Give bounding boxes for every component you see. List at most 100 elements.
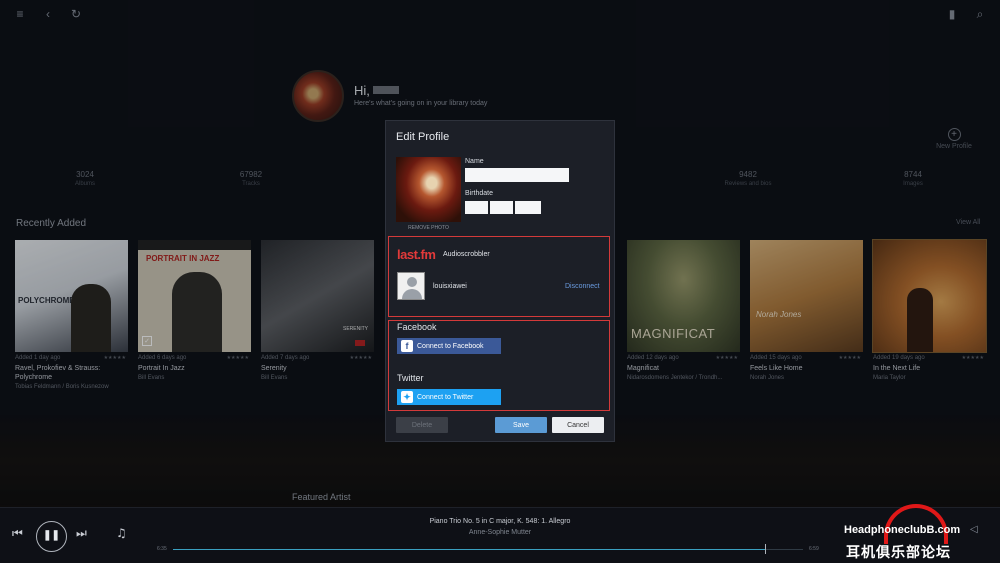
album-title[interactable]: Magnificat: [627, 364, 740, 373]
album-cover[interactable]: POLYCHROME: [15, 240, 128, 352]
cover-text: MAGNIFICAT: [631, 326, 716, 341]
cover-text: PORTRAIT IN JAZZ: [146, 254, 220, 263]
birthdate-year[interactable]: [515, 201, 541, 214]
recently-added-title: Recently Added: [16, 218, 87, 229]
watermark-logo: HeadphoneclubB.com 耳机俱乐部论坛: [842, 504, 998, 562]
new-profile-button[interactable]: + New Profile: [930, 128, 978, 150]
album-title[interactable]: Feels Like Home: [750, 364, 863, 373]
audioscrobbler-label: Audioscrobbler: [443, 251, 490, 258]
edit-profile-modal: Edit Profile REMOVE PHOTO Name Birthdate…: [385, 120, 615, 442]
greeting-subtitle: Here's what's going on in your library t…: [354, 100, 488, 107]
twitter-icon: ✦: [401, 391, 413, 403]
facebook-label: Facebook: [397, 322, 437, 332]
bookmark-icon[interactable]: ▮: [944, 6, 960, 22]
album-title[interactable]: Ravel, Prokofiev & Strauss: Polychrome: [15, 364, 128, 382]
stat-label: Images: [903, 181, 923, 187]
rating-stars[interactable]: ★★★★★: [839, 355, 861, 361]
stat-tracks[interactable]: 67982 Tracks: [206, 170, 296, 187]
birthdate-label: Birthdate: [465, 190, 494, 197]
check-icon[interactable]: ✓: [142, 336, 152, 346]
stat-reviews[interactable]: 9482 Reviews and bios: [703, 170, 793, 187]
rating-stars[interactable]: ★★★★★: [350, 355, 372, 361]
seek-handle[interactable]: [765, 544, 767, 554]
top-bar: ≡ ‹ ↻ ▮ ⌕: [0, 0, 1000, 28]
cancel-button[interactable]: Cancel: [552, 417, 604, 433]
featured-artist-title: Featured Artist: [292, 492, 351, 502]
name-input[interactable]: [465, 168, 569, 182]
stat-images[interactable]: 8744 Images: [868, 170, 958, 187]
search-icon[interactable]: ⌕: [972, 6, 988, 22]
name-label: Name: [465, 158, 484, 165]
cover-text: Norah Jones: [756, 310, 802, 319]
album-cover[interactable]: Norah Jones: [750, 240, 863, 352]
album-artist[interactable]: Tobias Feldmann / Boris Kusnezow: [15, 383, 128, 391]
seek-bar-fill: [173, 549, 766, 550]
pause-button[interactable]: ❚❚: [36, 521, 67, 552]
new-profile-label: New Profile: [936, 143, 972, 150]
greeting: Hi,: [354, 83, 370, 98]
watermark-line1: HeadphoneclubB.com: [844, 524, 961, 536]
cover-text: POLYCHROME: [18, 296, 75, 305]
watermark-line2: 耳机俱乐部论坛: [846, 544, 951, 560]
connect-twitter-label: Connect to Twitter: [417, 393, 474, 401]
album-cover[interactable]: [872, 239, 987, 353]
elapsed-time: 6:35: [157, 546, 167, 552]
stat-value: 67982: [239, 170, 263, 179]
redacted-username: [373, 86, 399, 94]
back-icon[interactable]: ‹: [40, 6, 56, 22]
album-artist[interactable]: Maria Taylor: [873, 374, 986, 382]
cover-figure: [172, 272, 222, 352]
album-artist[interactable]: Bill Evans: [261, 374, 374, 382]
album-card[interactable]: MAGNIFICAT Added 12 days ago ★★★★★ Magni…: [627, 240, 740, 382]
album-card[interactable]: PORTRAIT IN JAZZ ✓ Added 6 days ago ★★★★…: [138, 240, 251, 382]
view-all-link[interactable]: View All: [956, 219, 980, 226]
connect-facebook-button[interactable]: f Connect to Facebook: [397, 338, 501, 354]
album-title[interactable]: Portrait In Jazz: [138, 364, 251, 373]
lastfm-username: louisxiawei: [433, 283, 467, 290]
album-cover[interactable]: PORTRAIT IN JAZZ ✓: [138, 240, 251, 352]
album-title[interactable]: In the Next Life: [873, 364, 986, 373]
profile-avatar[interactable]: [292, 70, 344, 122]
duration-time: 6:59: [809, 546, 819, 552]
twitter-label: Twitter: [397, 373, 424, 383]
social-section: Facebook f Connect to Facebook Twitter ✦…: [388, 320, 610, 411]
album-title[interactable]: Serenity: [261, 364, 374, 373]
stat-value: 9482: [739, 170, 757, 179]
cover-figure: [71, 284, 111, 352]
stat-label: Tracks: [242, 181, 260, 187]
delete-button[interactable]: Delete: [396, 417, 448, 433]
user-avatar-icon: [397, 272, 425, 300]
album-cover[interactable]: MAGNIFICAT: [627, 240, 740, 352]
album-card[interactable]: SERENITY Added 7 days ago ★★★★★ Serenity…: [261, 240, 374, 382]
album-cover[interactable]: SERENITY: [261, 240, 374, 352]
connect-twitter-button[interactable]: ✦ Connect to Twitter: [397, 389, 501, 405]
menu-icon[interactable]: ≡: [12, 6, 28, 22]
remove-photo-link[interactable]: REMOVE PHOTO: [396, 225, 461, 231]
refresh-icon[interactable]: ↻: [68, 6, 84, 22]
album-card[interactable]: POLYCHROME Added 1 day ago ★★★★★ Ravel, …: [15, 240, 128, 391]
stat-value: 3024: [76, 170, 94, 179]
facebook-icon: f: [401, 340, 413, 352]
rating-stars[interactable]: ★★★★★: [716, 355, 738, 361]
plus-circle-icon: +: [947, 128, 961, 141]
modal-title: Edit Profile: [396, 131, 450, 143]
album-card[interactable]: Added 19 days ago ★★★★★ In the Next Life…: [872, 239, 987, 382]
stat-value: 8744: [904, 170, 922, 179]
rating-stars[interactable]: ★★★★★: [227, 355, 249, 361]
profile-photo[interactable]: [396, 157, 461, 222]
album-artist[interactable]: Nidarosdomens Jentekor / Trondh...: [627, 374, 740, 382]
rating-stars[interactable]: ★★★★★: [104, 355, 126, 361]
save-button[interactable]: Save: [495, 417, 547, 433]
album-artist[interactable]: Bill Evans: [138, 374, 251, 382]
stat-albums[interactable]: 3024 Albums: [40, 170, 130, 187]
lastfm-section: last.fm Audioscrobbler louisxiawei Disco…: [388, 236, 610, 317]
album-card[interactable]: Norah Jones Added 15 days ago ★★★★★ Feel…: [750, 240, 863, 382]
album-artist[interactable]: Norah Jones: [750, 374, 863, 382]
cover-badge: [355, 340, 365, 346]
stat-label: Albums: [74, 181, 95, 187]
birthdate-month[interactable]: [465, 201, 488, 214]
birthdate-day[interactable]: [490, 201, 513, 214]
disconnect-button[interactable]: Disconnect: [565, 283, 600, 290]
rating-stars[interactable]: ★★★★★: [962, 355, 984, 361]
stat-label: Reviews and bios: [724, 181, 772, 187]
